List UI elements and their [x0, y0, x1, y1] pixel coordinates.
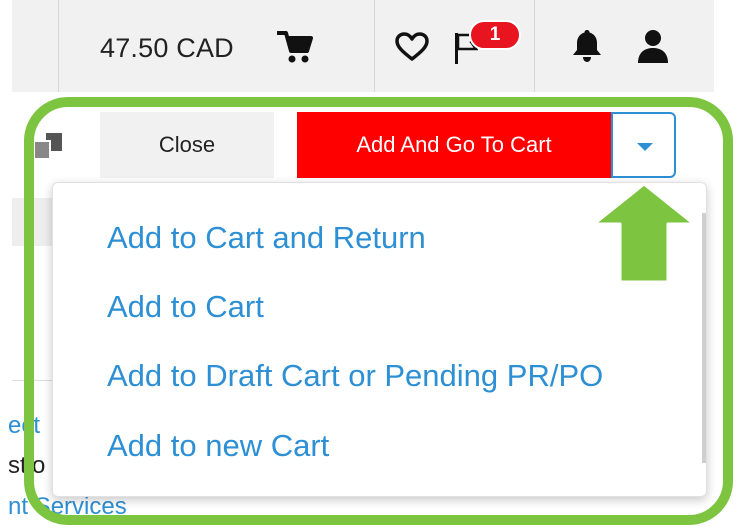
background-text: stio	[8, 452, 46, 479]
user-icon[interactable]	[636, 28, 670, 64]
heart-icon[interactable]	[395, 32, 429, 62]
close-button[interactable]: Close	[100, 112, 274, 178]
header-divider	[374, 0, 375, 92]
cart-icon[interactable]	[277, 30, 313, 64]
menu-item-add-to-draft-cart[interactable]: Add to Draft Cart or Pending PR/PO	[107, 354, 603, 398]
menu-scrollbar[interactable]	[702, 213, 706, 463]
add-to-cart-dropdown-menu: Add to Cart and Return Add to Cart Add t…	[52, 182, 707, 497]
caret-down-icon	[637, 143, 653, 151]
menu-item-add-to-cart-and-return[interactable]: Add to Cart and Return	[107, 216, 426, 260]
menu-item-add-to-new-cart[interactable]: Add to new Cart	[107, 424, 329, 468]
copy-icon[interactable]	[30, 131, 64, 161]
header-divider	[58, 0, 59, 92]
background-link-clip: nt Services	[0, 497, 160, 529]
background-link[interactable]: ect	[8, 412, 40, 440]
bell-icon[interactable]	[571, 28, 603, 64]
add-and-go-to-cart-button[interactable]: Add And Go To Cart	[297, 112, 611, 178]
dropdown-toggle-button[interactable]	[611, 112, 676, 178]
background-link-services[interactable]: nt Services	[8, 497, 127, 521]
cart-total[interactable]: 47.50 CAD	[100, 28, 234, 68]
menu-item-add-to-cart[interactable]: Add to Cart	[107, 285, 264, 329]
header-divider	[534, 0, 535, 92]
notification-badge: 1	[469, 20, 521, 50]
